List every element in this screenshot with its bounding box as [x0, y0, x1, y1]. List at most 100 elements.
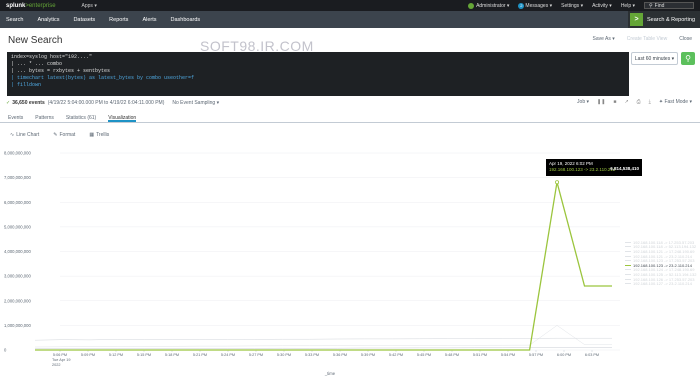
- stop-icon[interactable]: ■: [613, 99, 616, 105]
- chart-type-button[interactable]: ∿ Line Chart: [10, 130, 39, 140]
- trellis-icon: ▦: [89, 132, 95, 138]
- query-line: | timechart latest(bytes) as latest_byte…: [11, 75, 195, 81]
- settings-menu[interactable]: Settings ▾: [561, 3, 583, 9]
- create-table-view-button[interactable]: Create Table View: [627, 36, 667, 42]
- query-line: | filldown: [11, 82, 42, 88]
- page-title: New Search: [8, 35, 63, 46]
- system-bar: splunk>enterprise Apps ▾ Administrator ▾…: [0, 0, 700, 11]
- nav-reports[interactable]: Reports: [109, 17, 128, 23]
- help-menu[interactable]: Help ▾: [621, 3, 635, 9]
- format-label: Format: [59, 132, 76, 138]
- results-tabs: Events Patterns Statistics (61) Visualiz…: [0, 113, 700, 123]
- activity-menu[interactable]: Activity ▾: [592, 3, 612, 9]
- query-line: index=syslog host="192....": [11, 54, 93, 60]
- tooltip-value: 6,814,538,410: [610, 166, 639, 171]
- chart-legend: 192.168.100.118 -> 17.253.57.203 192.168.…: [625, 240, 700, 286]
- x-tick-label: 5:39 PM: [361, 353, 375, 357]
- search-icon: ⚲: [685, 54, 691, 63]
- x-tick-label: 5:51 PM: [473, 353, 487, 357]
- app-brand[interactable]: > Search & Reporting: [628, 11, 700, 28]
- title-actions: Save As ▾ Create Table View Close: [593, 36, 692, 42]
- x-tick-label: 5:45 PM: [417, 353, 431, 357]
- chart-canvas: 8,000,000,000 7,000,000,000 6,000,000,000 5…: [4, 151, 620, 376]
- format-button[interactable]: ✎ Format: [53, 130, 75, 140]
- y-tick-label: 0: [4, 348, 7, 353]
- chart-tooltip: Apr 19, 2022 6:02 PM 192.168.100.123 -> …: [546, 159, 642, 176]
- y-tick-label: 3,000,000,000: [4, 274, 31, 279]
- trellis-label: Trellis: [96, 132, 110, 138]
- x-tick-label: 5:18 PM: [165, 353, 179, 357]
- administrator-menu[interactable]: Administrator ▾: [468, 2, 510, 9]
- x-axis-label: _time: [324, 371, 336, 376]
- x-tick-label: 5:06 PM: [53, 353, 67, 357]
- x-tick-label: 5:36 PM: [333, 353, 347, 357]
- legend-swatch: [625, 283, 631, 285]
- check-icon: ✓: [6, 100, 11, 106]
- job-menu[interactable]: Job ▾: [577, 99, 589, 105]
- format-icon: ✎: [53, 132, 58, 138]
- x-tick-label: 5:33 PM: [305, 353, 319, 357]
- find-input[interactable]: ⚲ Find: [644, 2, 694, 9]
- job-status-bar: ✓ 36,650 events (4/19/22 5:04:00.000 PM …: [0, 98, 700, 108]
- visualization-controls: ∿ Line Chart ✎ Format ▦ Trellis: [0, 130, 300, 140]
- x-tick-label: 5:48 PM: [445, 353, 459, 357]
- messages-count-badge: 2: [518, 2, 525, 9]
- x-tick-label: 5:57 PM: [529, 353, 543, 357]
- line-chart[interactable]: 8,000,000,000 7,000,000,000 6,000,000,000 5…: [0, 145, 700, 377]
- tab-statistics[interactable]: Statistics (61): [66, 113, 96, 122]
- event-count: 36,650 events: [12, 100, 45, 106]
- nav-search[interactable]: Search: [6, 17, 23, 23]
- y-tick-label: 7,000,000,000: [4, 175, 31, 180]
- y-tick-label: 8,000,000,000: [4, 151, 31, 156]
- search-query-editor[interactable]: index=syslog host="192...." | ... * ... …: [7, 52, 629, 96]
- share-icon[interactable]: ↗: [624, 99, 628, 105]
- nav-dashboards[interactable]: Dashboards: [171, 17, 201, 23]
- x-tick-label: 5:12 PM: [109, 353, 123, 357]
- legend-swatch: [625, 273, 631, 275]
- series-line: [34, 347, 612, 350]
- x-tick-label: 5:09 PM: [81, 353, 95, 357]
- event-time-range: (4/19/22 5:04:00.000 PM to 4/19/22 6:04:…: [47, 100, 165, 106]
- tab-events[interactable]: Events: [8, 113, 23, 122]
- search-mode-label: Fast Mode ▾: [664, 99, 692, 105]
- tab-patterns[interactable]: Patterns: [35, 113, 54, 122]
- legend-swatch: [625, 264, 631, 266]
- administrator-label: Administrator ▾: [476, 2, 510, 9]
- splunk-logo[interactable]: splunk>enterprise: [6, 3, 56, 9]
- legend-swatch: [625, 260, 631, 262]
- query-line: | ... * ... combo: [11, 61, 63, 67]
- save-as-button[interactable]: Save As ▾: [593, 36, 615, 42]
- nav-alerts[interactable]: Alerts: [142, 17, 156, 23]
- x-tick-label: Tue Apr 19: [52, 358, 70, 362]
- legend-swatch: [625, 255, 631, 257]
- query-line: | ... bytes = rxbytes + sentbytes: [11, 68, 111, 74]
- x-tick-label: 5:15 PM: [137, 353, 151, 357]
- export-icon[interactable]: ⤓: [649, 99, 651, 105]
- apps-menu[interactable]: Apps ▾: [82, 3, 97, 9]
- print-icon[interactable]: ⎙: [637, 99, 641, 105]
- legend-item[interactable]: 192.168.100.127 -> 23.2.110.214: [625, 281, 700, 286]
- find-placeholder: Find: [654, 2, 665, 9]
- nav-datasets[interactable]: Datasets: [73, 17, 95, 23]
- messages-menu[interactable]: 2 Messages ▾: [518, 2, 552, 9]
- x-tick-label: 6:00 PM: [557, 353, 571, 357]
- search-mode-dropdown[interactable]: ✦ Fast Mode ▾: [659, 99, 692, 105]
- series-line: [35, 182, 612, 351]
- time-range-picker[interactable]: Last 60 minutes ▾: [631, 52, 678, 65]
- x-tick-label: 5:24 PM: [221, 353, 235, 357]
- health-status-icon: [468, 2, 475, 9]
- x-tick-label: 5:54 PM: [501, 353, 515, 357]
- tab-visualization[interactable]: Visualization: [108, 113, 137, 122]
- event-sampling-dropdown[interactable]: No Event Sampling ▾: [172, 100, 219, 106]
- nav-analytics[interactable]: Analytics: [37, 17, 59, 23]
- trellis-button[interactable]: ▦ Trellis: [89, 130, 109, 140]
- x-tick-label: 5:42 PM: [389, 353, 403, 357]
- legend-swatch: [625, 269, 631, 271]
- app-navbar: Search Analytics Datasets Reports Alerts…: [0, 11, 700, 28]
- close-button[interactable]: Close: [679, 36, 692, 42]
- run-search-button[interactable]: ⚲: [681, 52, 695, 65]
- y-tick-label: 5,000,000,000: [4, 224, 31, 229]
- line-chart-icon: ∿: [10, 132, 15, 138]
- series-line: [34, 325, 612, 348]
- pause-icon[interactable]: ❚❚: [597, 99, 605, 105]
